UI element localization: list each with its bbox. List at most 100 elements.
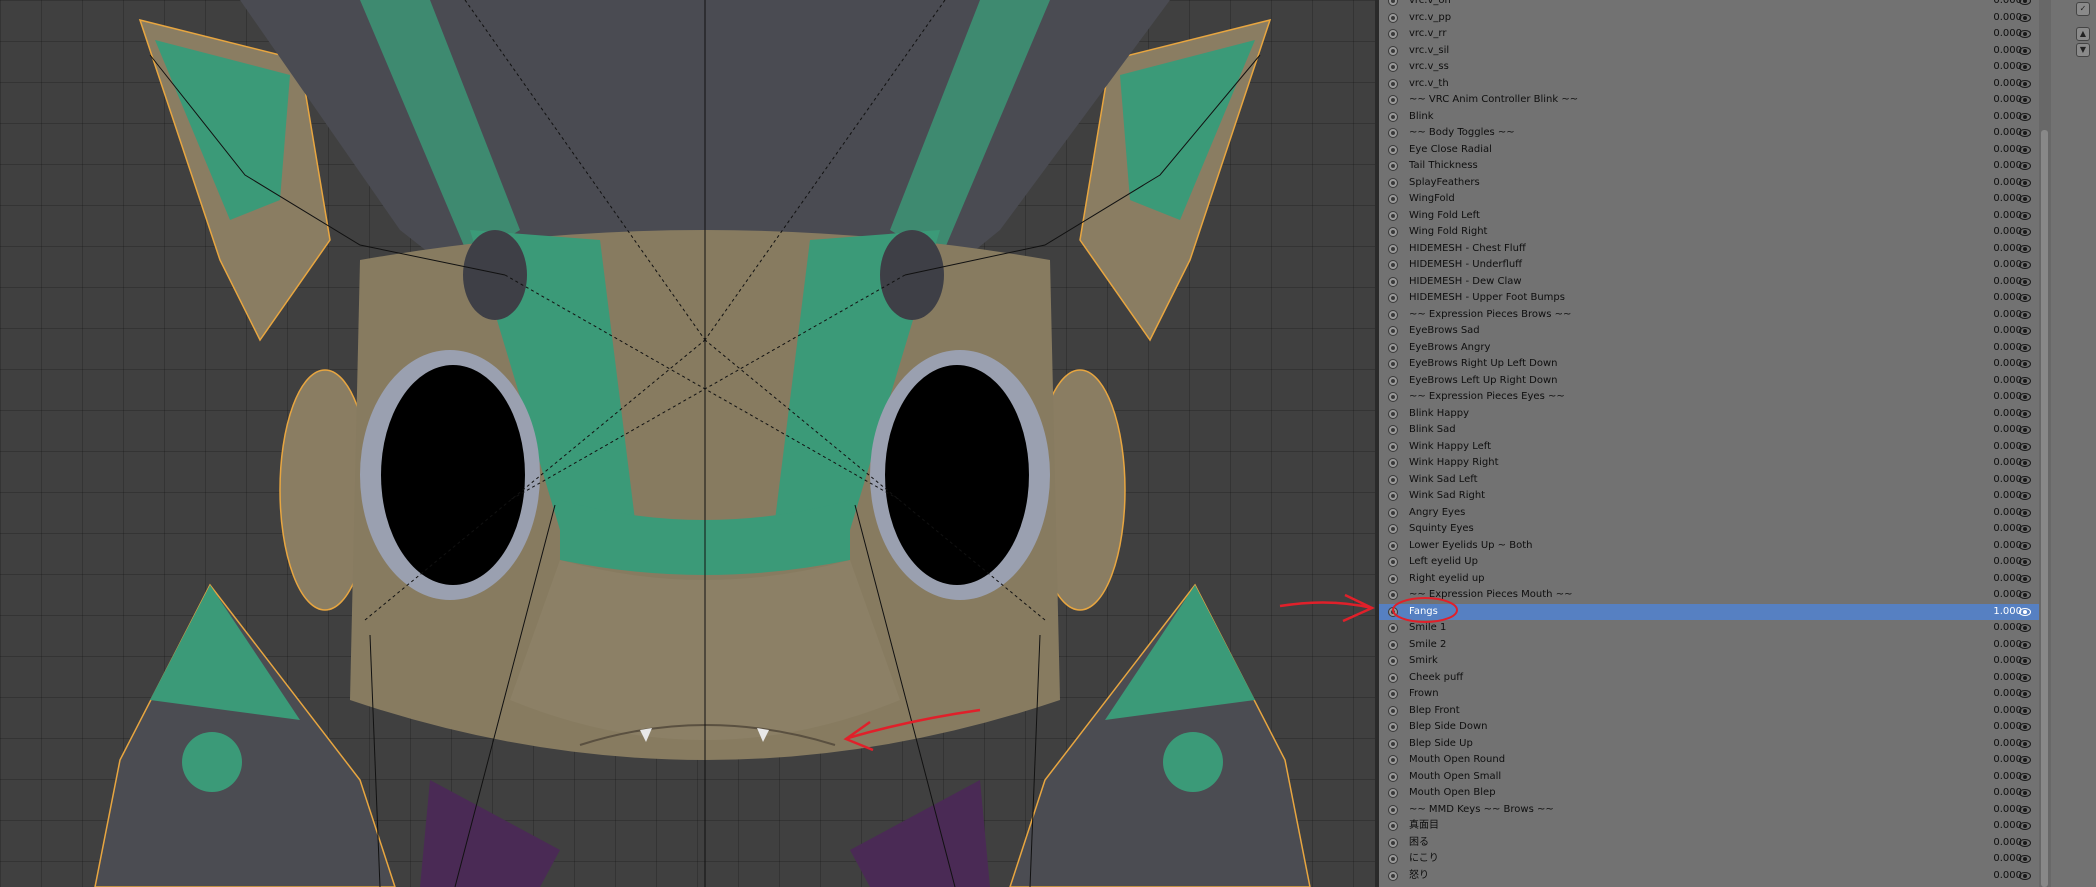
scroll-down-icon[interactable]: ▼ [2076, 43, 2090, 57]
shape-key-row[interactable]: EyeBrows Angry 0.000 [1379, 340, 2039, 357]
shape-key-row[interactable]: Lower Eyelids Up ~ Both 0.000 [1379, 538, 2039, 555]
shape-key-name[interactable]: EyeBrows Left Up Right Down [1409, 373, 1558, 390]
shape-key-row[interactable]: Wink Happy Left 0.000 [1379, 439, 2039, 456]
shape-key-row[interactable]: HIDEMESH - Upper Foot Bumps 0.000 [1379, 290, 2039, 307]
shape-key-value[interactable]: 0.000 [1977, 10, 2022, 27]
shape-key-name[interactable]: Left eyelid Up [1409, 554, 1478, 571]
shape-key-row[interactable]: Right eyelid up 0.000 [1379, 571, 2039, 588]
shape-key-value[interactable]: 0.000 [1977, 191, 2022, 208]
eye-icon[interactable] [2019, 508, 2031, 517]
eye-icon[interactable] [2019, 805, 2031, 814]
eye-icon[interactable] [2019, 327, 2031, 335]
eye-icon[interactable] [2019, 46, 2031, 55]
shape-key-value[interactable]: 0.000 [1977, 224, 2022, 241]
shape-key-row[interactable]: Blep Side Up 0.000 [1379, 736, 2039, 753]
eye-icon[interactable] [2019, 475, 2031, 484]
shape-key-value[interactable]: 0.000 [1977, 620, 2022, 637]
shape-key-name[interactable]: ~~ Body Toggles ~~ [1409, 125, 1515, 142]
shape-key-value[interactable]: 0.000 [1977, 587, 2022, 604]
shape-key-row[interactable]: Eye Close Radial 0.000 [1379, 142, 2039, 159]
shape-key-value[interactable]: 0.000 [1977, 340, 2022, 357]
shape-key-name[interactable]: SplayFeathers [1409, 175, 1480, 192]
shape-key-row[interactable]: ~~ Expression Pieces Mouth ~~ 0.000 [1379, 587, 2039, 604]
shape-key-name[interactable]: Smirk [1409, 653, 1438, 670]
checkbox-icon[interactable]: ✓ [2076, 2, 2090, 16]
shape-key-name[interactable]: EyeBrows Sad [1409, 323, 1480, 340]
shape-key-name[interactable]: Blink [1409, 109, 1434, 126]
eye-icon[interactable] [2019, 244, 2031, 253]
shape-key-name[interactable]: Wing Fold Right [1409, 224, 1487, 241]
shape-key-name[interactable]: Wink Sad Right [1409, 488, 1485, 505]
shape-key-name[interactable]: Smile 1 [1409, 620, 1446, 637]
shape-key-value[interactable]: 0.000 [1977, 769, 2022, 786]
shape-key-name[interactable]: Blink Sad [1409, 422, 1456, 439]
shape-key-value[interactable]: 0.000 [1977, 257, 2022, 274]
shape-key-name[interactable]: vrc.v_rr [1409, 26, 1446, 43]
shape-key-row[interactable]: Smile 2 0.000 [1379, 637, 2039, 654]
eye-icon[interactable] [2019, 409, 2031, 418]
shape-key-value[interactable]: 0.000 [1977, 92, 2022, 109]
shape-key-name[interactable]: Cheek puff [1409, 670, 1463, 687]
eye-icon[interactable] [2019, 376, 2031, 385]
shape-key-row[interactable]: vrc.v_sil 0.000 [1379, 43, 2039, 60]
shape-key-value[interactable]: 0.000 [1977, 125, 2022, 142]
shape-key-value[interactable]: 0.000 [1977, 472, 2022, 489]
eye-icon[interactable] [2019, 607, 2031, 616]
shape-key-row[interactable]: ~~ MMD Keys ~~ Brows ~~ 0.000 [1379, 802, 2039, 819]
shape-key-row[interactable]: vrc.v_pp 0.000 [1379, 10, 2039, 27]
shape-key-name[interactable]: Mouth Open Round [1409, 752, 1505, 769]
shape-key-name[interactable]: EyeBrows Right Up Left Down [1409, 356, 1558, 373]
shape-key-value[interactable]: 0.000 [1977, 373, 2022, 390]
shape-key-row[interactable]: Mouth Open Small 0.000 [1379, 769, 2039, 786]
shape-key-row[interactable]: 真面目 0.000 [1379, 818, 2039, 835]
shape-key-value[interactable]: 0.000 [1977, 736, 2022, 753]
shape-key-row[interactable]: Tail Thickness 0.000 [1379, 158, 2039, 175]
shape-key-value[interactable]: 0.000 [1977, 439, 2022, 456]
shape-key-row[interactable]: Smile 1 0.000 [1379, 620, 2039, 637]
shape-key-value[interactable]: 0.000 [1977, 208, 2022, 225]
scroll-up-icon[interactable]: ▲ [2076, 27, 2090, 41]
shape-key-value[interactable]: 0.000 [1977, 76, 2022, 93]
shape-key-name[interactable]: ~~ Expression Pieces Brows ~~ [1409, 307, 1571, 324]
shape-key-name[interactable]: Blep Front [1409, 703, 1460, 720]
eye-icon[interactable] [2019, 0, 2031, 5]
shape-key-value[interactable]: 0.000 [1977, 818, 2022, 835]
shape-key-row[interactable]: Blep Front 0.000 [1379, 703, 2039, 720]
eye-icon[interactable] [2019, 640, 2031, 649]
shape-key-row[interactable]: Wink Sad Right 0.000 [1379, 488, 2039, 505]
shape-key-value[interactable]: 0.000 [1977, 637, 2022, 654]
shape-key-name[interactable]: Frown [1409, 686, 1439, 703]
shape-key-row[interactable]: Wing Fold Right 0.000 [1379, 224, 2039, 241]
shape-key-name[interactable]: Right eyelid up [1409, 571, 1485, 588]
eye-icon[interactable] [2019, 145, 2031, 154]
scrollbar-thumb[interactable] [2041, 130, 2048, 887]
shape-key-value[interactable]: 0.000 [1977, 703, 2022, 720]
shape-key-value[interactable]: 0.000 [1977, 851, 2022, 868]
shape-key-value[interactable]: 0.000 [1977, 488, 2022, 505]
eye-icon[interactable] [2019, 541, 2031, 550]
eye-icon[interactable] [2019, 673, 2031, 682]
shape-key-name[interactable]: vrc.v_sil [1409, 43, 1449, 60]
shape-key-value[interactable]: 0.000 [1977, 406, 2022, 423]
shape-key-row[interactable]: Cheek puff 0.000 [1379, 670, 2039, 687]
shape-key-row[interactable]: Wink Happy Right 0.000 [1379, 455, 2039, 472]
eye-icon[interactable] [2019, 343, 2031, 352]
eye-icon[interactable] [2019, 789, 2031, 797]
eye-icon[interactable] [2019, 426, 2031, 434]
shape-key-name[interactable]: 怒り [1409, 868, 1429, 885]
eye-icon[interactable] [2019, 294, 2031, 302]
shape-key-row[interactable]: WingFold 0.000 [1379, 191, 2039, 208]
shape-key-row[interactable]: Frown 0.000 [1379, 686, 2039, 703]
eye-icon[interactable] [2019, 723, 2031, 731]
eye-icon[interactable] [2019, 772, 2031, 781]
shape-key-row[interactable]: Wing Fold Left 0.000 [1379, 208, 2039, 225]
3d-viewport[interactable] [0, 0, 1375, 887]
shape-key-row[interactable]: vrc.v_rr 0.000 [1379, 26, 2039, 43]
shape-key-name[interactable]: HIDEMESH - Chest Fluff [1409, 241, 1526, 258]
eye-icon[interactable] [2019, 706, 2031, 715]
shape-key-name[interactable]: Blink Happy [1409, 406, 1469, 423]
eye-icon[interactable] [2019, 838, 2031, 847]
shape-key-value[interactable]: 0.000 [1977, 868, 2022, 885]
shape-key-name[interactable]: WingFold [1409, 191, 1455, 208]
shape-key-name[interactable]: Eye Close Radial [1409, 142, 1492, 159]
